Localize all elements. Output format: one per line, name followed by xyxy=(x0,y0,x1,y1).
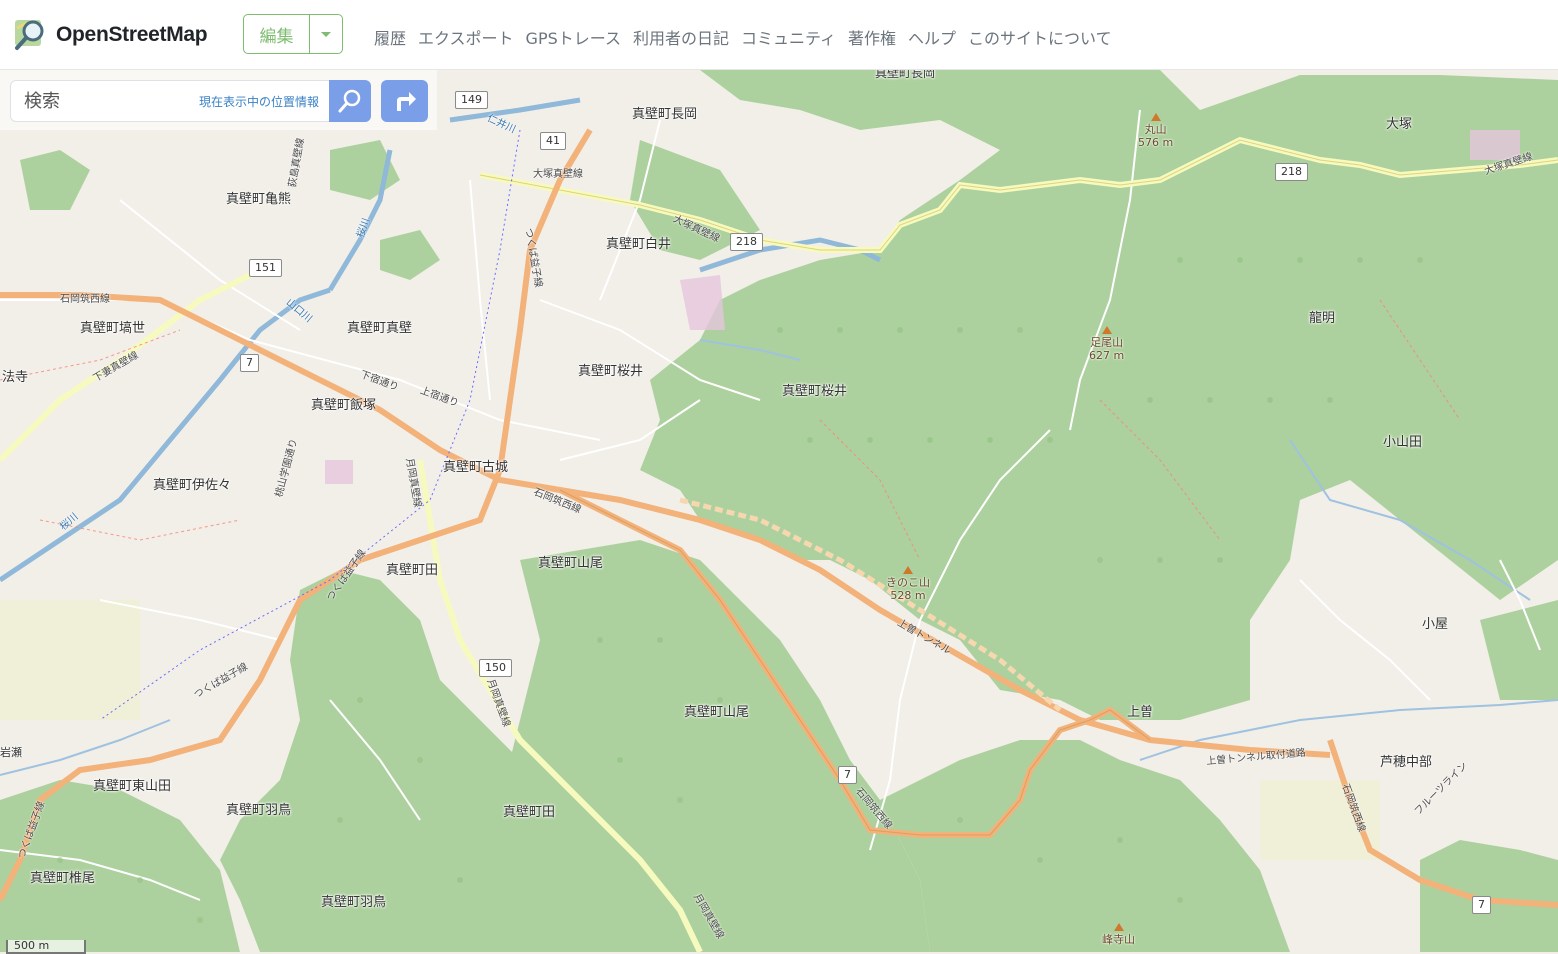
peak-marker: 足尾山 627 m xyxy=(1089,326,1124,362)
peak-marker: 丸山 576 m xyxy=(1138,113,1173,149)
nav-history[interactable]: 履歴 xyxy=(374,25,406,49)
route-shield: 7 xyxy=(1472,896,1491,914)
place-label: 真壁町塙世 xyxy=(80,321,146,336)
place-label: 上曽 xyxy=(1127,705,1154,720)
place-label: 真壁町田 xyxy=(386,563,439,578)
place-label: 芦穂中部 xyxy=(1380,755,1433,770)
nav-export[interactable]: エクスポート xyxy=(418,25,514,49)
place-label: 小山田 xyxy=(1383,435,1423,450)
place-label: 真壁町桜井 xyxy=(578,364,644,379)
route-shield: 149 xyxy=(455,91,488,109)
place-label: 真壁町椎尾 xyxy=(30,871,96,886)
route-shield: 7 xyxy=(240,354,259,372)
peak-name: 峰寺山 xyxy=(1102,933,1135,946)
route-shield: 151 xyxy=(249,259,282,277)
peak-elevation: 627 m xyxy=(1089,349,1125,362)
place-label: 真壁町桜井 xyxy=(782,384,848,399)
route-shield: 7 xyxy=(838,766,857,784)
place-label: 真壁町古城 xyxy=(443,460,509,475)
place-label: 真壁町東山田 xyxy=(93,779,172,794)
peak-icon xyxy=(1113,923,1124,931)
edit-button[interactable]: 編集 xyxy=(244,15,310,53)
route-shield: 218 xyxy=(1275,163,1308,181)
peak-icon xyxy=(1101,326,1112,334)
edit-dropdown-toggle[interactable] xyxy=(310,15,342,53)
place-label: 真壁町羽鳥 xyxy=(226,803,292,818)
peak-name: 足尾山 xyxy=(1090,336,1124,349)
place-label: 真壁町飯塚 xyxy=(311,398,377,413)
road-label: 大塚真壁線 xyxy=(533,169,583,180)
place-label: 法寺 xyxy=(2,370,29,385)
nav-gps-traces[interactable]: GPSトレース xyxy=(526,25,621,49)
nav-communities[interactable]: コミュニティ xyxy=(741,25,836,49)
place-label: 小屋 xyxy=(1422,617,1449,632)
place-label: 大塚 xyxy=(1386,117,1413,132)
road-label: 石岡筑西線 xyxy=(60,294,110,305)
search-button[interactable] xyxy=(329,80,371,122)
place-label: 真壁町長岡 xyxy=(632,107,698,122)
where-am-i-link[interactable]: 現在表示中の位置情報 xyxy=(199,93,319,110)
nav-copyright[interactable]: 著作権 xyxy=(848,25,896,49)
place-label: 真壁町真壁 xyxy=(347,321,413,336)
place-label: 岩瀬 xyxy=(0,746,22,759)
peak-icon xyxy=(903,566,913,574)
peak-elevation: 528 m xyxy=(890,589,926,602)
place-label: 真壁町田 xyxy=(503,805,556,820)
site-brand[interactable]: OpenStreetMap xyxy=(56,23,208,47)
route-shield: 218 xyxy=(730,233,763,251)
peak-marker: 峰寺山 xyxy=(1102,923,1135,946)
place-label: 真壁町山尾 xyxy=(684,705,750,720)
peak-icon xyxy=(1150,113,1161,121)
place-label: 真壁町羽鳥 xyxy=(321,895,387,910)
nav-about[interactable]: このサイトについて xyxy=(968,25,1112,49)
place-label: 真壁町伊佐々 xyxy=(153,478,232,493)
place-label: 真壁町山尾 xyxy=(538,556,604,571)
main-nav: 履歴 エクスポート GPSトレース 利用者の日記 コミュニティ 著作権 ヘルプ … xyxy=(374,25,1124,49)
place-label: 真壁町長岡 xyxy=(875,70,936,80)
search-input[interactable] xyxy=(22,90,196,113)
route-shield: 41 xyxy=(540,132,566,150)
peak-name: きのこ山 xyxy=(886,576,930,589)
peak-name: 丸山 xyxy=(1144,123,1167,136)
route-shield: 150 xyxy=(479,659,512,677)
place-label: 真壁町白井 xyxy=(606,237,672,252)
map-canvas[interactable]: 真壁町長岡 真壁町長岡 大塚 真壁町亀熊 真壁町白井 真壁町塙世 真壁町真壁 龍… xyxy=(0,70,1558,952)
edit-button-group: 編集 xyxy=(243,14,343,54)
place-label: 龍明 xyxy=(1309,311,1336,326)
place-label: 真壁町亀熊 xyxy=(226,192,292,207)
search-icon xyxy=(338,89,361,113)
osm-logo-icon[interactable] xyxy=(13,16,49,52)
peak-elevation: 576 m xyxy=(1138,136,1174,149)
top-navigation-bar: OpenStreetMap 編集 履歴 エクスポート GPSトレース 利用者の日… xyxy=(0,0,1558,70)
nav-help[interactable]: ヘルプ xyxy=(908,25,956,49)
search-box: 現在表示中の位置情報 xyxy=(10,80,330,122)
directions-button[interactable] xyxy=(381,80,428,122)
directions-icon xyxy=(396,92,416,111)
nav-user-diaries[interactable]: 利用者の日記 xyxy=(633,25,729,49)
peak-marker: きのこ山 528 m xyxy=(886,566,930,602)
